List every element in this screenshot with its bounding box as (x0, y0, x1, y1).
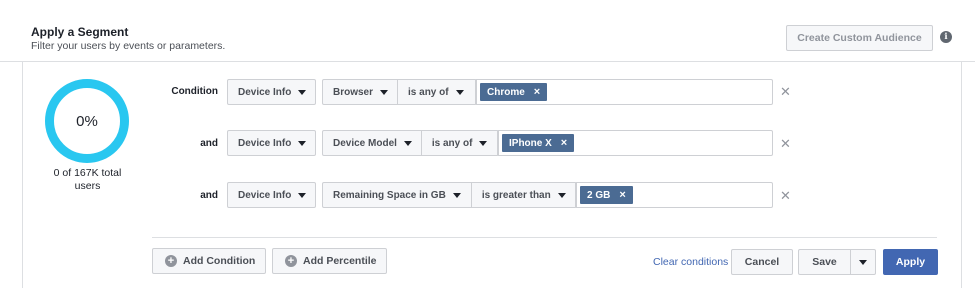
condition-2-operator-value: is any of (431, 137, 473, 149)
condition-2-value-input[interactable]: IPhone X × (498, 130, 773, 156)
chevron-down-icon (452, 192, 461, 198)
footer-divider (152, 237, 937, 238)
condition-row-2-label: and (200, 138, 218, 149)
condition-1-field-value: Browser (333, 86, 374, 98)
remove-condition-3-icon[interactable]: ✕ (780, 188, 791, 204)
save-options-button[interactable] (850, 249, 876, 275)
page-subtitle: Filter your users by events or parameter… (31, 40, 226, 52)
condition-1-value-token: Chrome × (480, 83, 548, 101)
condition-2-category-value: Device Info (238, 137, 292, 149)
condition-row-1-label: Condition (171, 86, 218, 97)
page-title: Apply a Segment (31, 25, 129, 39)
condition-3-field-dropdown[interactable]: Remaining Space in GB (323, 183, 472, 207)
condition-2-operator-dropdown[interactable]: is any of (422, 131, 498, 155)
chevron-down-icon (403, 140, 412, 146)
condition-1-operator-value: is any of (408, 86, 449, 98)
token-label: IPhone X (509, 137, 552, 149)
condition-3-operator-dropdown[interactable]: is greater than (472, 183, 576, 207)
condition-3-category-value: Device Info (238, 189, 292, 201)
chevron-down-icon (298, 89, 307, 95)
remove-condition-2-icon[interactable]: ✕ (780, 136, 791, 152)
audience-percent: 0% (76, 112, 98, 130)
condition-1-category-value: Device Info (238, 86, 292, 98)
condition-3-field-value: Remaining Space in GB (333, 189, 446, 201)
add-condition-button[interactable]: + Add Condition (152, 248, 266, 274)
chevron-down-icon (557, 192, 566, 198)
condition-3-operator-value: is greater than (481, 189, 551, 201)
condition-2-value-token: IPhone X × (502, 134, 575, 152)
cancel-button[interactable]: Cancel (731, 249, 793, 275)
condition-1-field-dropdown[interactable]: Browser (323, 80, 399, 104)
add-percentile-label: Add Percentile (303, 255, 377, 267)
add-percentile-button[interactable]: + Add Percentile (272, 248, 387, 274)
chevron-down-icon (298, 140, 307, 146)
remove-condition-1-icon[interactable]: ✕ (780, 84, 791, 100)
info-icon[interactable]: i (940, 31, 952, 43)
chevron-down-icon (479, 140, 488, 146)
add-condition-label: Add Condition (183, 255, 256, 267)
condition-2-field-dropdown[interactable]: Device Model (323, 131, 422, 155)
panel-border-right (961, 62, 962, 288)
plus-circle-icon: + (165, 255, 177, 267)
condition-3-value-token: 2 GB × (580, 186, 633, 204)
panel-border-left (22, 62, 23, 288)
condition-1-value-input[interactable]: Chrome × (476, 79, 773, 105)
condition-1-category-dropdown[interactable]: Device Info (227, 79, 316, 105)
save-button[interactable]: Save (798, 249, 851, 275)
condition-row-3-label: and (200, 190, 218, 201)
token-label: Chrome (487, 86, 525, 98)
condition-3-field-operator: Remaining Space in GB is greater than (322, 182, 577, 208)
create-custom-audience-button[interactable]: Create Custom Audience (786, 25, 933, 51)
remove-token-icon[interactable]: × (561, 137, 567, 149)
audience-users-count: 0 of 167K total users (53, 167, 122, 192)
audience-donut-chart: 0% (45, 79, 129, 163)
chevron-down-icon (298, 192, 307, 198)
condition-2-field-operator: Device Model is any of (322, 130, 499, 156)
remove-token-icon[interactable]: × (534, 86, 540, 98)
condition-1-field-operator: Browser is any of (322, 79, 477, 105)
header: Apply a Segment Filter your users by eve… (0, 0, 975, 62)
apply-button[interactable]: Apply (883, 249, 938, 275)
chevron-down-icon (455, 89, 464, 95)
clear-conditions-link[interactable]: Clear conditions (653, 256, 728, 268)
chevron-down-icon (380, 89, 389, 95)
condition-2-category-dropdown[interactable]: Device Info (227, 130, 316, 156)
plus-circle-icon: + (285, 255, 297, 267)
condition-3-category-dropdown[interactable]: Device Info (227, 182, 316, 208)
condition-1-operator-dropdown[interactable]: is any of (398, 80, 476, 104)
remove-token-icon[interactable]: × (619, 189, 625, 201)
token-label: 2 GB (587, 189, 611, 201)
chevron-down-icon (859, 259, 867, 265)
condition-2-field-value: Device Model (333, 137, 397, 149)
condition-3-value-input[interactable]: 2 GB × (576, 182, 773, 208)
